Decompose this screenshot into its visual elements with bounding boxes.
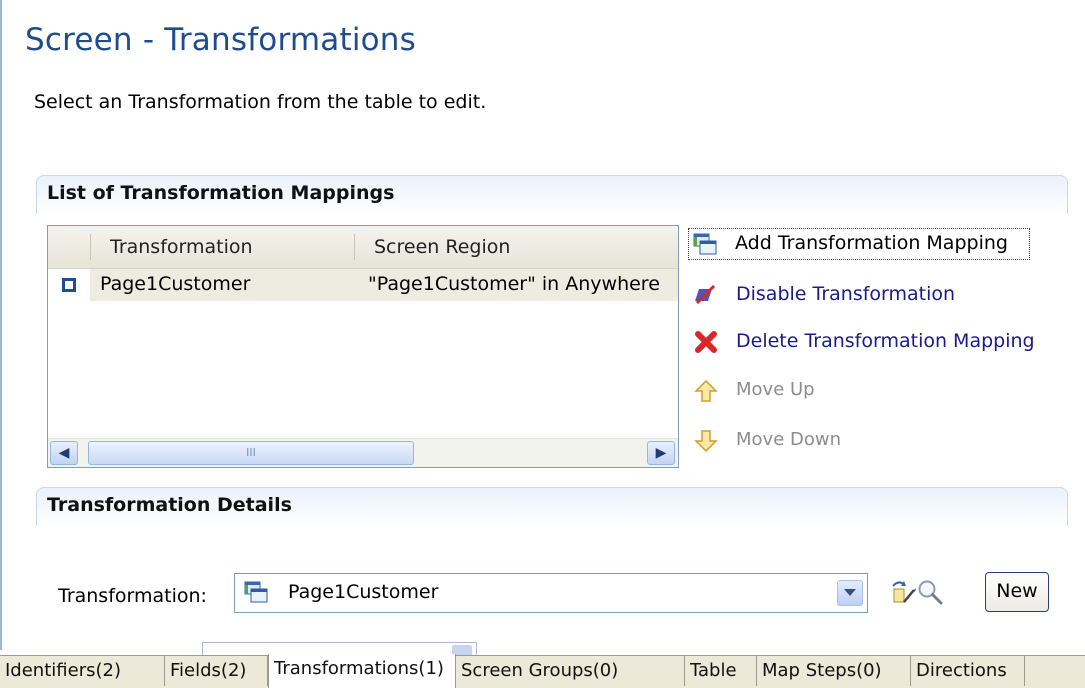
delete-x-icon	[695, 331, 717, 353]
intro-text: Select an Transformation from the table …	[34, 91, 487, 113]
details-section-header[interactable]: Transformation Details	[36, 487, 1068, 526]
transformation-combo-value: Page1Customer	[288, 581, 439, 603]
edit-transformation-icon[interactable]	[890, 578, 918, 606]
cell-transformation[interactable]: Page1Customer	[100, 273, 250, 295]
horizontal-scrollbar[interactable]: ◀ III ▶	[48, 438, 678, 467]
transformation-combo[interactable]: Page1Customer	[234, 573, 868, 613]
left-border	[0, 0, 2, 650]
arrow-up-icon	[694, 379, 718, 402]
cell-screen-region[interactable]: "Page1Customer" in Anywhere	[368, 273, 668, 295]
transformation-icon	[244, 581, 268, 603]
tab-screen-groups[interactable]: Screen Groups(0)	[456, 656, 685, 686]
column-separator[interactable]	[354, 234, 355, 260]
scroll-thumb[interactable]: III	[88, 441, 414, 465]
row-marker-icon	[62, 278, 76, 292]
add-transformation-mapping-link[interactable]: Add Transformation Mapping	[688, 228, 1030, 260]
mappings-table[interactable]: Transformation Screen Region Page1Custom…	[47, 225, 679, 468]
delete-mapping-label: Delete Transformation Mapping	[736, 330, 1035, 352]
table-header: Transformation Screen Region	[48, 226, 678, 269]
tab-directions[interactable]: Directions	[911, 656, 1025, 686]
details-section-title: Transformation Details	[47, 494, 292, 516]
column-separator[interactable]	[90, 234, 91, 260]
add-mapping-label: Add Transformation Mapping	[735, 232, 1008, 254]
disable-transformation-label: Disable Transformation	[736, 283, 956, 305]
new-button[interactable]: New	[985, 572, 1049, 612]
move-up-label: Move Up	[736, 379, 815, 400]
mappings-section-title: List of Transformation Mappings	[47, 182, 395, 204]
tab-fields[interactable]: Fields(2)	[165, 656, 268, 686]
page-title: Screen - Transformations	[25, 22, 416, 58]
mappings-section-header[interactable]: List of Transformation Mappings	[36, 175, 1068, 214]
table-row[interactable]: Page1Customer "Page1Customer" in Anywher…	[48, 269, 678, 301]
scroll-right-button[interactable]: ▶	[647, 441, 675, 465]
search-icon[interactable]	[916, 578, 944, 606]
add-mapping-icon	[693, 233, 717, 255]
transformation-field-label: Transformation:	[58, 585, 207, 607]
column-header-transformation[interactable]: Transformation	[110, 236, 253, 258]
chevron-down-icon[interactable]	[837, 580, 863, 606]
arrow-down-icon	[694, 430, 718, 453]
tab-transformations[interactable]: Transformations(1)	[268, 654, 456, 688]
move-down-label: Move Down	[736, 429, 841, 450]
tab-map-steps[interactable]: Map Steps(0)	[757, 656, 911, 686]
editor-tabs: Identifiers(2) Fields(2) Transformations…	[0, 654, 1085, 688]
scroll-left-button[interactable]: ◀	[50, 441, 78, 465]
tab-table[interactable]: Table	[685, 656, 757, 686]
column-header-screen-region[interactable]: Screen Region	[374, 236, 510, 258]
tab-identifiers[interactable]: Identifiers(2)	[0, 656, 165, 686]
disable-icon	[695, 284, 716, 305]
